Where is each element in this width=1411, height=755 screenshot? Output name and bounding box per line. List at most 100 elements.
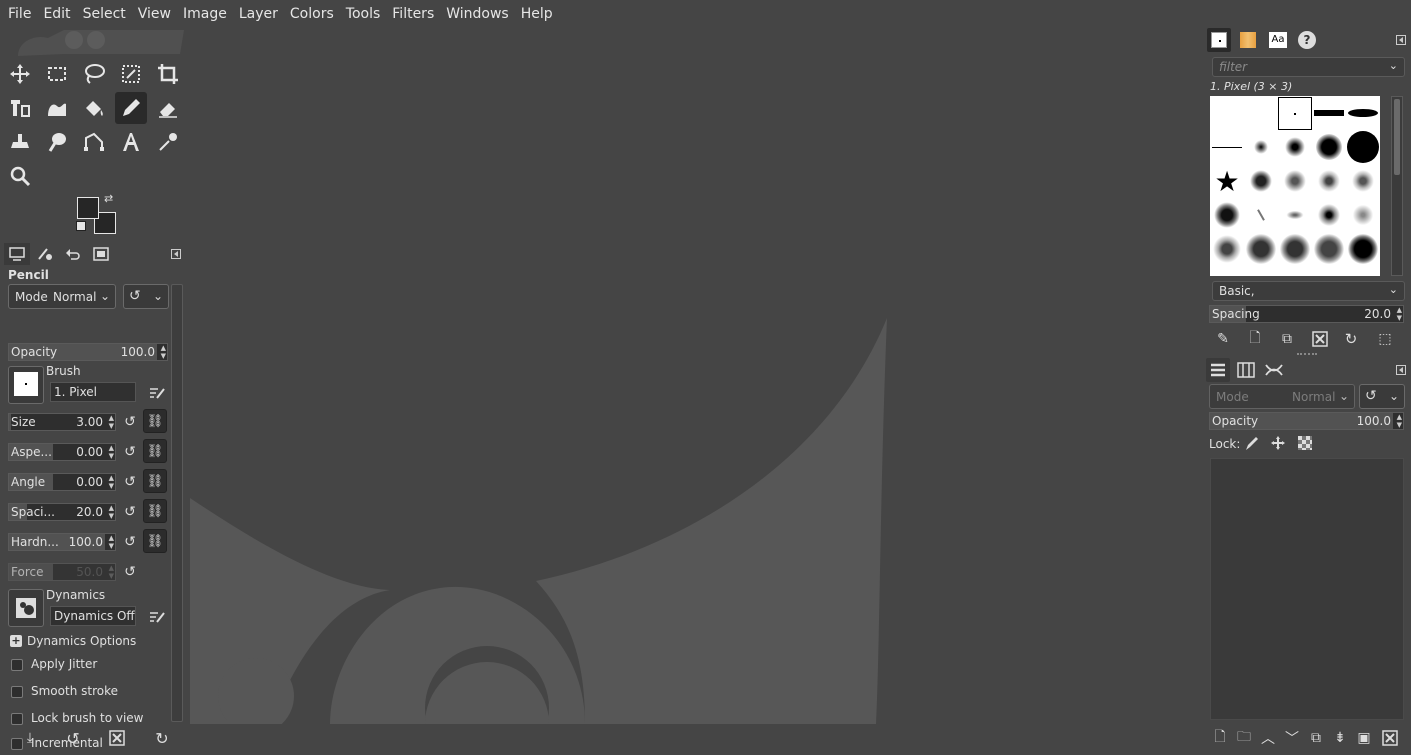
duplicate-brush-icon[interactable]: ⧉ xyxy=(1277,329,1297,349)
spacing-spinner[interactable]: Spaci... 20.0 ▲ ▼ xyxy=(8,503,116,521)
link-size-button[interactable]: ⛓ xyxy=(143,409,167,433)
brush-preview-button[interactable] xyxy=(8,366,44,404)
lower-layer-icon[interactable]: ﹀ xyxy=(1282,728,1302,748)
delete-tool-preset-icon[interactable] xyxy=(107,728,127,748)
brush-cell[interactable] xyxy=(1346,130,1380,164)
tab-brushes[interactable] xyxy=(1207,28,1231,52)
brush-cell[interactable] xyxy=(1312,232,1346,266)
swap-colors-icon[interactable]: ⇄ xyxy=(104,192,113,205)
reset-aspect-icon[interactable]: ↺ xyxy=(121,442,139,462)
brush-cell[interactable] xyxy=(1210,198,1244,232)
expand-dynamics-options-icon[interactable]: + xyxy=(10,635,22,647)
brush-cell[interactable] xyxy=(1312,96,1346,130)
aspect-spinner[interactable]: Aspe... 0.00 ▲ ▼ xyxy=(8,443,116,461)
dynamics-preview-button[interactable] xyxy=(8,589,44,627)
brush-cell[interactable] xyxy=(1346,96,1380,130)
move-tool[interactable] xyxy=(4,58,36,90)
reset-hardness-icon[interactable]: ↺ xyxy=(121,532,139,552)
eraser-tool[interactable] xyxy=(152,92,184,124)
dock-menu-button[interactable] xyxy=(168,243,184,265)
reset-colors-icon[interactable] xyxy=(76,221,86,231)
fuzzy-select-tool[interactable] xyxy=(115,58,147,90)
lock-position-icon[interactable] xyxy=(1269,434,1287,452)
brush-grid[interactable]: ★ xyxy=(1210,96,1380,276)
brush-cell[interactable]: ★ xyxy=(1210,164,1244,198)
brush-spacing-spinner[interactable]: Spacing 20.0 ▲ ▼ xyxy=(1209,305,1404,323)
smooth-stroke-checkbox[interactable] xyxy=(11,686,23,698)
tab-images[interactable] xyxy=(88,243,114,265)
tab-tool-options[interactable] xyxy=(4,243,30,265)
layer-mode-reset-combo[interactable]: ↺ ⌄ xyxy=(1359,384,1405,409)
warp-transform-tool[interactable] xyxy=(41,92,73,124)
brush-cell[interactable] xyxy=(1244,164,1278,198)
pencil-tool[interactable] xyxy=(115,92,147,124)
new-brush-icon[interactable]: 🗋 xyxy=(1245,329,1265,349)
brush-cell[interactable] xyxy=(1278,198,1312,232)
brush-cell[interactable] xyxy=(1278,97,1312,130)
lock-pixels-icon[interactable] xyxy=(1243,434,1261,452)
menu-image[interactable]: Image xyxy=(177,0,233,28)
fg-bg-color-swatches[interactable]: ⇄ xyxy=(76,192,120,236)
crop-tool[interactable] xyxy=(152,58,184,90)
lock-alpha-icon[interactable] xyxy=(1296,434,1314,452)
link-angle-button[interactable]: ⛓ xyxy=(143,469,167,493)
hardness-spinner[interactable]: Hardn... 100.0 ▲ ▼ xyxy=(8,533,116,551)
color-picker-tool[interactable] xyxy=(152,126,184,158)
brush-cell[interactable] xyxy=(1312,164,1346,198)
brush-grid-scrollbar[interactable] xyxy=(1391,96,1403,276)
tab-help[interactable]: ? xyxy=(1295,28,1319,52)
brush-cell[interactable] xyxy=(1244,130,1278,164)
mode-reset-combo[interactable]: ↺ ⌄ xyxy=(123,284,169,309)
angle-spinner[interactable]: Angle 0.00 ▲ ▼ xyxy=(8,473,116,491)
tab-undo-history[interactable] xyxy=(60,243,86,265)
brush-cell[interactable] xyxy=(1346,232,1380,266)
dock-menu-icon[interactable] xyxy=(1395,364,1407,376)
brush-cell[interactable] xyxy=(1312,198,1346,232)
smudge-tool[interactable] xyxy=(41,126,73,158)
refresh-brushes-icon[interactable]: ↻ xyxy=(1341,329,1361,349)
reset-force-icon[interactable]: ↺ xyxy=(121,562,139,582)
tab-channels[interactable] xyxy=(1234,358,1258,382)
link-spacing-button[interactable]: ⛓ xyxy=(143,499,167,523)
dock-menu-icon[interactable] xyxy=(1395,34,1407,46)
opacity-spinner[interactable]: Opacity 100.0 ▲ ▼ xyxy=(8,343,168,361)
reset-size-icon[interactable]: ↺ xyxy=(121,412,139,432)
link-hardness-button[interactable]: ⛓ xyxy=(143,529,167,553)
new-layer-icon[interactable]: 🗋 xyxy=(1210,728,1230,748)
tab-layers[interactable] xyxy=(1206,358,1230,382)
brush-cell[interactable] xyxy=(1278,232,1312,266)
brush-name-field[interactable]: 1. Pixel xyxy=(50,382,136,402)
mode-combo[interactable]: Mode Normal ⌄ xyxy=(8,284,116,309)
tab-device-status[interactable] xyxy=(32,243,58,265)
zoom-tool[interactable] xyxy=(4,160,36,192)
canvas-area[interactable] xyxy=(190,28,1203,724)
dynamics-name-field[interactable]: Dynamics Off xyxy=(50,606,136,626)
bucket-fill-tool[interactable] xyxy=(78,92,110,124)
menu-tools[interactable]: Tools xyxy=(340,0,387,28)
menu-select[interactable]: Select xyxy=(77,0,132,28)
menu-edit[interactable]: Edit xyxy=(37,0,76,28)
size-spinner[interactable]: Size 3.00 ▲ ▼ xyxy=(8,413,116,431)
brush-cell[interactable] xyxy=(1278,164,1312,198)
brush-cell[interactable] xyxy=(1346,198,1380,232)
unified-transform-tool[interactable] xyxy=(4,92,36,124)
brush-cell[interactable] xyxy=(1312,130,1346,164)
brush-cell[interactable] xyxy=(1278,130,1312,164)
reset-spacing-icon[interactable]: ↺ xyxy=(121,502,139,522)
link-aspect-button[interactable]: ⛓ xyxy=(143,439,167,463)
reset-tool-options-icon[interactable]: ↻ xyxy=(152,728,172,748)
save-tool-preset-icon[interactable]: ⤓ xyxy=(20,728,40,748)
menu-colors[interactable]: Colors xyxy=(284,0,340,28)
paths-tool[interactable] xyxy=(78,126,110,158)
layers-list[interactable] xyxy=(1210,458,1404,720)
brush-cell[interactable] xyxy=(1244,232,1278,266)
layer-mask-icon[interactable]: ▣ xyxy=(1354,728,1374,748)
reset-angle-icon[interactable]: ↺ xyxy=(121,472,139,492)
open-brush-as-image-icon[interactable]: ⬚ xyxy=(1375,329,1395,349)
new-layer-group-icon[interactable]: 🗀 xyxy=(1234,728,1254,748)
menu-filters[interactable]: Filters xyxy=(386,0,440,28)
menu-view[interactable]: View xyxy=(132,0,177,28)
clone-tool[interactable] xyxy=(4,126,36,158)
delete-brush-icon[interactable] xyxy=(1310,329,1330,349)
delete-layer-icon[interactable] xyxy=(1380,728,1400,748)
